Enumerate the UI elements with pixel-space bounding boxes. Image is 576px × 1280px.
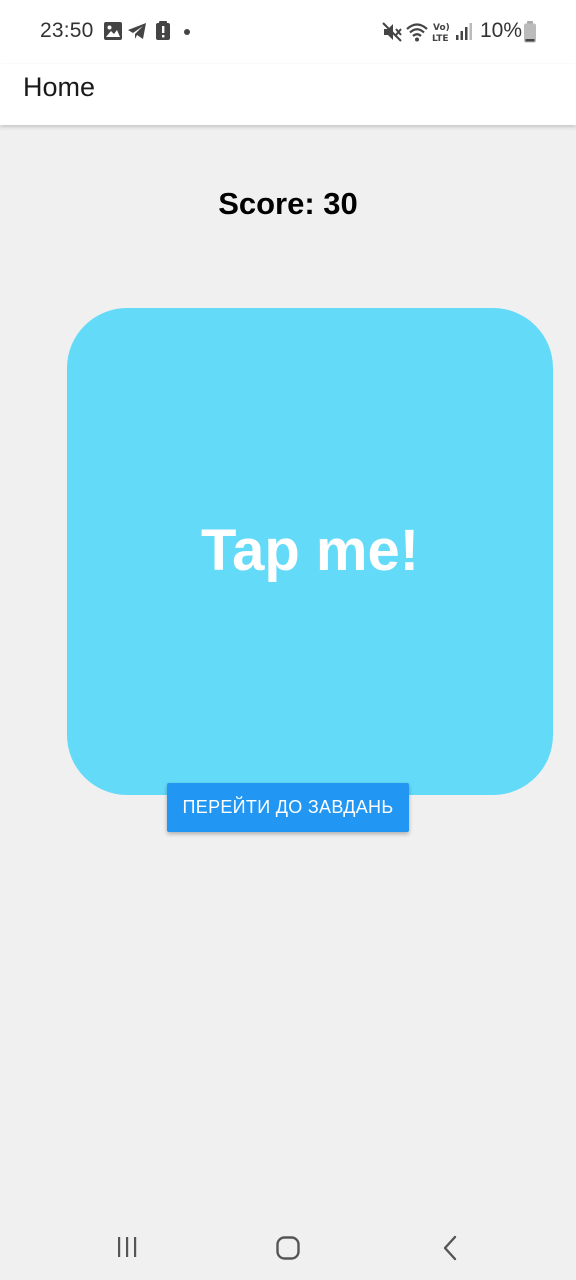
home-icon[interactable]	[274, 1234, 302, 1262]
battery-icon	[524, 21, 536, 43]
wifi-icon	[406, 23, 428, 42]
tap-target[interactable]: Tap me!	[67, 308, 553, 795]
app-bar: Home	[0, 64, 576, 125]
signal-icon	[456, 23, 472, 40]
score-label: Score: 30	[218, 186, 358, 221]
volte-icon: Vo) LTE	[432, 23, 450, 44]
svg-text:Vo): Vo)	[433, 23, 450, 33]
recents-icon[interactable]	[114, 1234, 140, 1260]
go-to-tasks-button[interactable]: ПЕРЕЙТИ ДО ЗАВДАНЬ	[167, 783, 409, 832]
telegram-icon	[128, 23, 146, 39]
svg-text:LTE: LTE	[432, 34, 449, 44]
app-title: Home	[23, 72, 96, 102]
mute-icon	[382, 22, 402, 42]
status-time: 23:50	[40, 19, 94, 42]
dot-icon	[184, 29, 190, 35]
status-bar: 23:50 Vo) LTE 10%	[0, 0, 576, 64]
battery-percent: 10%	[480, 19, 523, 42]
back-icon[interactable]	[440, 1234, 460, 1262]
tap-label: Tap me!	[200, 517, 420, 583]
system-nav-bar	[0, 1216, 576, 1280]
screen: 23:50 Vo) LTE 10% Home Score: 30 Tap me!…	[0, 0, 576, 1280]
alert-icon	[156, 21, 170, 40]
image-icon	[104, 22, 122, 40]
